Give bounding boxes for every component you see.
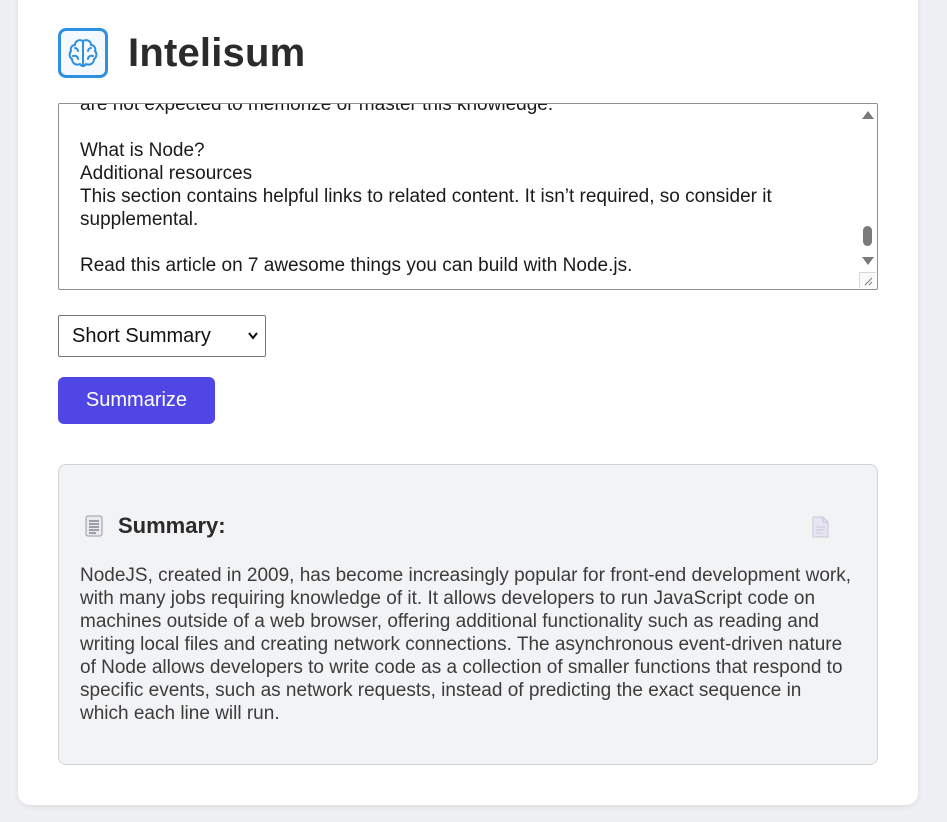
scroll-up-arrow-icon[interactable] <box>862 111 874 119</box>
input-text[interactable]: are not expected to memorize or master t… <box>80 104 851 277</box>
scroll-down-arrow-icon[interactable] <box>862 257 874 265</box>
textarea-scrollbar[interactable] <box>859 105 876 288</box>
summary-panel: Summary: NodeJS, created in 2009, has be… <box>58 464 878 765</box>
app-title: Intelisum <box>128 30 306 75</box>
summary-text: NodeJS, created in 2009, has become incr… <box>80 565 851 724</box>
summary-heading: Summary: <box>118 513 226 538</box>
document-icon <box>85 515 103 537</box>
scroll-thumb[interactable] <box>863 226 872 246</box>
summary-header: Summary: <box>84 513 226 539</box>
summary-type-select[interactable]: Short Summary <box>58 315 266 357</box>
summary-type-value: Short Summary <box>72 324 211 347</box>
summarize-button[interactable]: Summarize <box>58 377 215 424</box>
resize-handle-icon[interactable] <box>859 272 876 288</box>
chevron-down-icon <box>248 332 258 340</box>
app-header: Intelisum <box>58 28 305 78</box>
brain-icon <box>58 28 108 78</box>
copy-icon[interactable] <box>809 515 831 539</box>
input-textarea[interactable]: are not expected to memorize or master t… <box>58 103 878 290</box>
